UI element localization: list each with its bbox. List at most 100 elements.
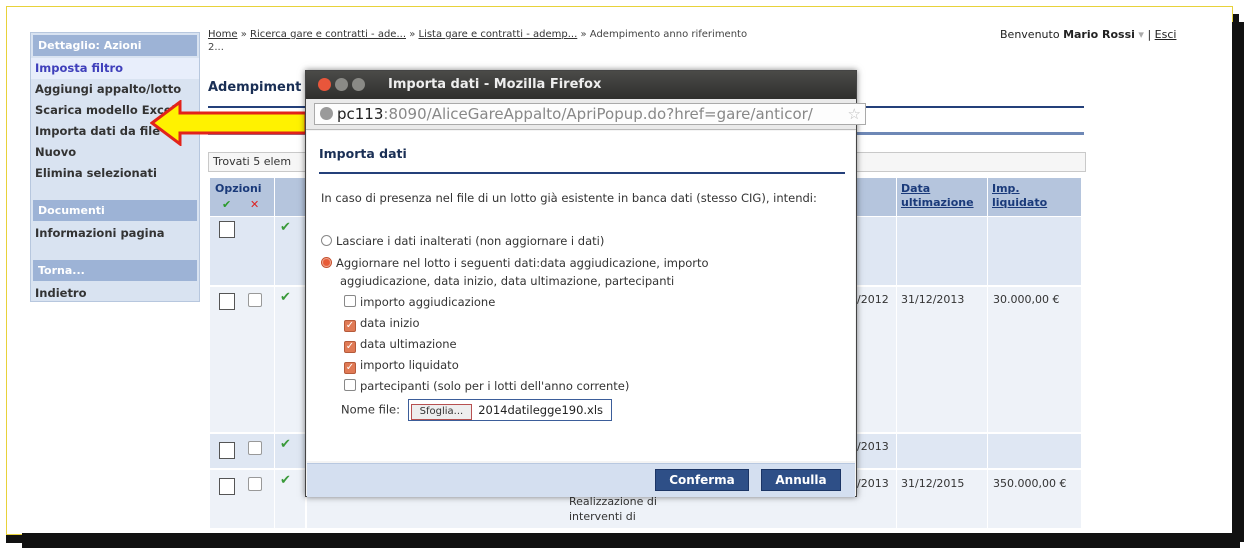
page-title: Adempiment: [208, 80, 302, 95]
user-welcome: Benvenuto Mario Rossi ▾ | Esci: [1000, 28, 1176, 41]
edit-record-icon[interactable]: [219, 478, 235, 495]
menu-header-back: Torna...: [33, 260, 197, 281]
popup-body: Importa dati In caso di presenza nel fil…: [307, 131, 855, 461]
table-header-imp-liquidato[interactable]: Imp. liquidato: [988, 178, 1081, 216]
file-input[interactable]: Sfoglia... 2014datilegge190.xls: [407, 399, 613, 421]
table-cell: 350.000,00 €: [988, 470, 1081, 528]
menu-header-documents: Documenti: [33, 200, 197, 221]
popup-titlebar[interactable]: Importa dati - Mozilla Firefox: [306, 71, 856, 99]
window-close-icon[interactable]: [318, 78, 331, 91]
breadcrumb-ricerca[interactable]: Ricerca gare e contratti - ade...: [250, 29, 406, 40]
edit-record-icon[interactable]: [219, 293, 235, 310]
edit-record-icon[interactable]: [219, 442, 235, 459]
cell-data-inizio: /2013: [857, 440, 889, 453]
table-cell: 31/12/2015: [897, 470, 987, 528]
menu-item-aggiungi-appalto[interactable]: Aggiungi appalto/lotto: [31, 79, 199, 100]
file-name: 2014datilegge190.xls: [478, 403, 604, 417]
table-cell: ✔: [275, 287, 305, 432]
menu-item-indietro[interactable]: Indietro: [31, 283, 199, 304]
user-dropdown-icon[interactable]: ▾: [1138, 28, 1144, 41]
deselect-all-icon[interactable]: ✕: [250, 198, 259, 211]
site-identity-icon[interactable]: [320, 107, 333, 120]
left-menu: Dettaglio: Azioni Imposta filtro Aggiung…: [30, 32, 200, 302]
confirm-button[interactable]: Conferma: [655, 469, 749, 491]
cell-imp-liquidato: 30.000,00 €: [993, 293, 1060, 306]
radio-keep[interactable]: [321, 235, 332, 246]
breadcrumb-separator: »: [240, 29, 247, 40]
checkbox-importo-aggiudicazione[interactable]: [344, 295, 356, 307]
welcome-text: Benvenuto: [1000, 28, 1060, 41]
cell-data-ultimazione: 31/12/2013: [901, 293, 965, 306]
window-minimize-icon[interactable]: [335, 78, 348, 91]
menu-item-imposta-filtro[interactable]: Imposta filtro: [31, 58, 199, 79]
logout-link[interactable]: Esci: [1155, 28, 1177, 41]
header-label: Data: [901, 182, 931, 195]
radio-update-label: Aggiornare nel lotto i seguenti dati:dat…: [336, 256, 709, 270]
row-checkbox[interactable]: [248, 441, 262, 455]
cell-data-inizio: /2012: [857, 293, 889, 306]
select-all-icon[interactable]: ✔: [222, 198, 231, 211]
pointer-arrow-icon: [150, 100, 308, 146]
table-row: [210, 470, 274, 528]
dialog-divider: [319, 172, 845, 174]
table-cell: ✔: [275, 434, 305, 468]
shadow-right: [1232, 22, 1244, 542]
checkbox-partecipanti[interactable]: [344, 379, 356, 391]
menu-header-actions: Dettaglio: Azioni: [33, 35, 197, 56]
table-row: [210, 434, 274, 468]
checkbox-importo-liquidato[interactable]: ✓: [344, 362, 356, 374]
checkbox-label: importo aggiudicazione: [360, 295, 496, 309]
breadcrumb-separator: »: [409, 29, 416, 40]
edit-record-icon[interactable]: [219, 221, 235, 238]
checkbox-label: importo liquidato: [360, 358, 459, 372]
checkbox-data-inizio[interactable]: ✓: [344, 320, 356, 332]
table-cell: /2013: [855, 434, 896, 468]
cell-data-inizio: /2013: [857, 477, 889, 490]
bookmark-star-icon[interactable]: ☆: [848, 104, 861, 124]
check-icon: ✔: [280, 290, 291, 305]
breadcrumb-current-cont: 2...: [208, 42, 224, 53]
popup-footer: Conferma Annulla: [307, 463, 855, 497]
breadcrumb-separator: »: [580, 29, 587, 40]
breadcrumb-current: Adempimento anno riferimento: [589, 29, 748, 40]
window-maximize-icon[interactable]: [352, 78, 365, 91]
table-row: [210, 217, 274, 285]
radio-update[interactable]: [321, 257, 332, 268]
radio-keep-label: Lasciare i dati inalterati (non aggiorna…: [336, 234, 605, 248]
url-field[interactable]: pc113:8090/AliceGareAppalto/ApriPopup.do…: [314, 103, 866, 125]
checkbox-label: data ultimazione: [360, 337, 457, 351]
checkbox-row[interactable]: partecipanti (solo per i lotti dell'anno…: [344, 377, 629, 395]
browse-button[interactable]: Sfoglia...: [410, 404, 473, 420]
table-cell: [897, 217, 987, 285]
user-name[interactable]: Mario Rossi: [1063, 28, 1135, 41]
cancel-button[interactable]: Annulla: [761, 469, 841, 491]
check-icon: ✔: [280, 220, 291, 235]
menu-item-informazioni-pagina[interactable]: Informazioni pagina: [31, 223, 199, 244]
popup-url-bar: pc113:8090/AliceGareAppalto/ApriPopup.do…: [306, 99, 866, 130]
checkbox-label: partecipanti (solo per i lotti dell'anno…: [360, 379, 630, 393]
header-label: liquidato: [992, 196, 1048, 209]
checkbox-row[interactable]: ✓ importo liquidato: [344, 356, 459, 374]
radio-option-update[interactable]: Aggiornare nel lotto i seguenti dati:dat…: [321, 254, 709, 272]
options-header-label: Opzioni: [215, 182, 262, 195]
checkbox-row[interactable]: ✓ data inizio: [344, 314, 420, 332]
row-checkbox[interactable]: [248, 477, 262, 491]
table-cell: 31/12/2013: [897, 287, 987, 432]
checkbox-data-ultimazione[interactable]: ✓: [344, 341, 356, 353]
checkbox-label: data inizio: [360, 316, 420, 330]
checkbox-row[interactable]: ✓ data ultimazione: [344, 335, 457, 353]
table-header-data-ultimazione[interactable]: Data ultimazione: [897, 178, 987, 216]
table-cell: [988, 434, 1081, 468]
check-icon: ✔: [280, 437, 291, 452]
table-cell: ✔: [275, 217, 305, 285]
row-checkbox[interactable]: [248, 293, 262, 307]
table-cell: [855, 217, 896, 285]
radio-option-keep[interactable]: Lasciare i dati inalterati (non aggiorna…: [321, 232, 604, 250]
breadcrumb: Home » Ricerca gare e contratti - ade...…: [208, 28, 848, 54]
menu-item-elimina-selezionati[interactable]: Elimina selezionati: [31, 163, 199, 184]
file-row: Nome file: Sfoglia... 2014datilegge190.xl…: [341, 399, 613, 421]
dialog-question: In caso di presenza nel file di un lotto…: [321, 191, 817, 205]
breadcrumb-home[interactable]: Home: [208, 29, 238, 40]
checkbox-row[interactable]: importo aggiudicazione: [344, 293, 495, 311]
breadcrumb-lista[interactable]: Lista gare e contratti - ademp...: [419, 29, 578, 40]
